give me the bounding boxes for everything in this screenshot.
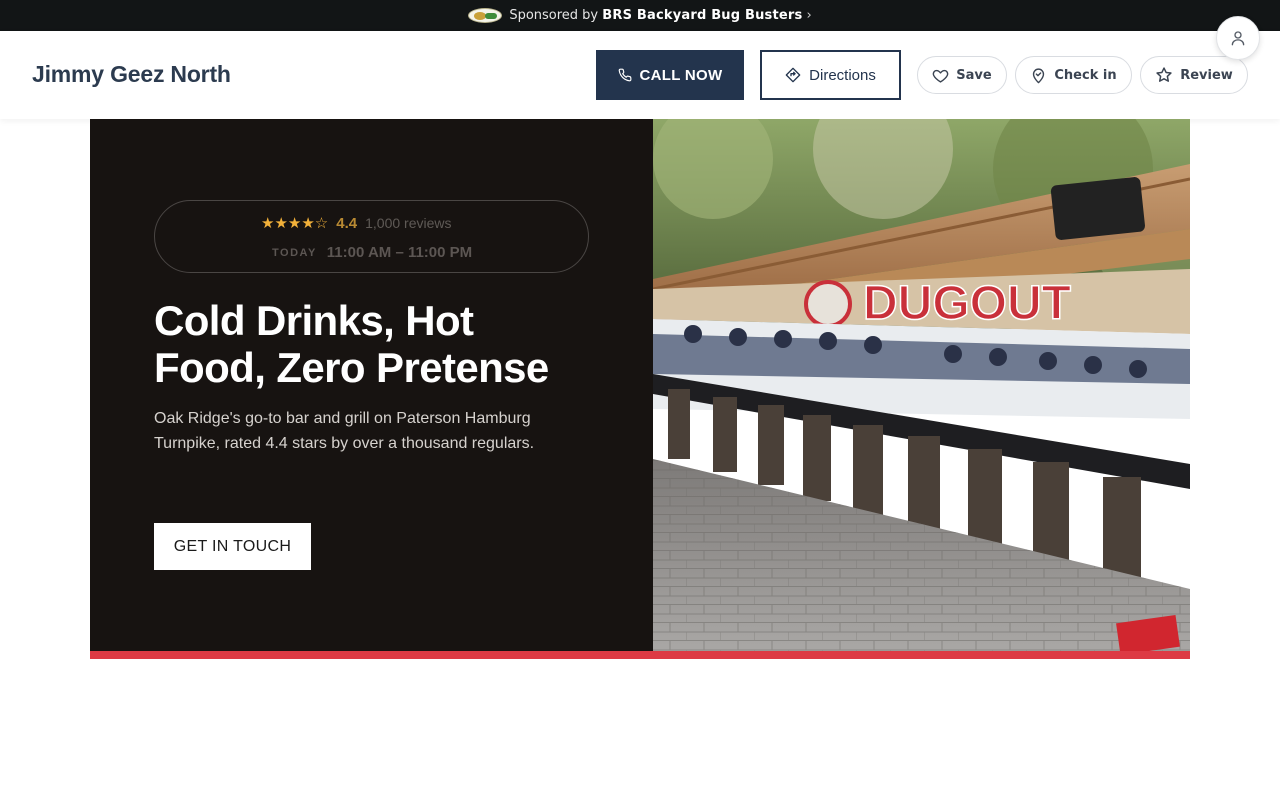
hero-text-panel: ★★★★☆ 4.4 1,000 reviews TODAY 11:00 AM –… [90,119,653,651]
heart-icon [932,69,949,83]
map-pin-icon [1033,67,1045,83]
hero-headline: Cold Drinks, Hot Food, Zero Pretense [154,297,549,391]
bar-dugout-photo: DUGOUT [653,119,1190,651]
hours-value: 11:00 AM – 11:00 PM [326,244,473,261]
save-button[interactable]: Save [917,56,1007,94]
rating-hours-pill: ★★★★☆ 4.4 1,000 reviews TODAY 11:00 AM –… [154,200,589,273]
chevron-right-icon: › [806,8,812,23]
sponsor-logo-icon [468,8,503,23]
phone-icon [618,68,631,82]
rating-row: ★★★★☆ 4.4 1,000 reviews [261,214,452,233]
sponsor-prefix: Sponsored by [509,8,599,23]
sponsor-name: BRS Backyard Bug Busters [602,8,803,23]
star-rating-icon: ★★★★☆ [261,215,329,232]
sign-text: DUGOUT [863,277,1071,330]
check-in-button[interactable]: Check in [1015,56,1132,94]
hero-subtext: Oak Ridge's go-to bar and grill on Pater… [154,410,535,452]
hero-section: ★★★★☆ 4.4 1,000 reviews TODAY 11:00 AM –… [90,119,1190,651]
sponsor-text: Sponsored by BRS Backyard Bug Busters [509,8,802,23]
user-account-button[interactable] [1216,16,1260,60]
hours-label: TODAY [272,246,317,259]
directions-button[interactable]: Directions [760,50,901,100]
call-now-button[interactable]: CALL NOW [596,50,744,100]
sponsor-bar[interactable]: Sponsored by BRS Backyard Bug Busters › [0,0,1280,31]
check-in-label: Check in [1054,67,1117,83]
star-icon [1156,67,1172,82]
hours-row: TODAY 11:00 AM – 11:00 PM [272,244,472,261]
review-button[interactable]: Review [1140,56,1248,94]
save-label: Save [956,67,992,83]
business-name[interactable]: Jimmy Geez North [32,61,231,88]
review-label: Review [1180,67,1233,83]
hero-accent-bar [90,651,1190,659]
call-now-label: CALL NOW [639,66,723,84]
review-count[interactable]: 1,000 reviews [365,215,451,231]
get-in-touch-button[interactable]: GET IN TOUCH [154,523,311,570]
directions-label: Directions [809,66,876,84]
hero-image: DUGOUT [653,119,1190,651]
rating-value: 4.4 [336,214,358,232]
directions-icon [785,67,801,83]
user-icon [1231,31,1245,46]
site-header: Jimmy Geez North CALL NOW Directions Sav… [0,31,1280,119]
